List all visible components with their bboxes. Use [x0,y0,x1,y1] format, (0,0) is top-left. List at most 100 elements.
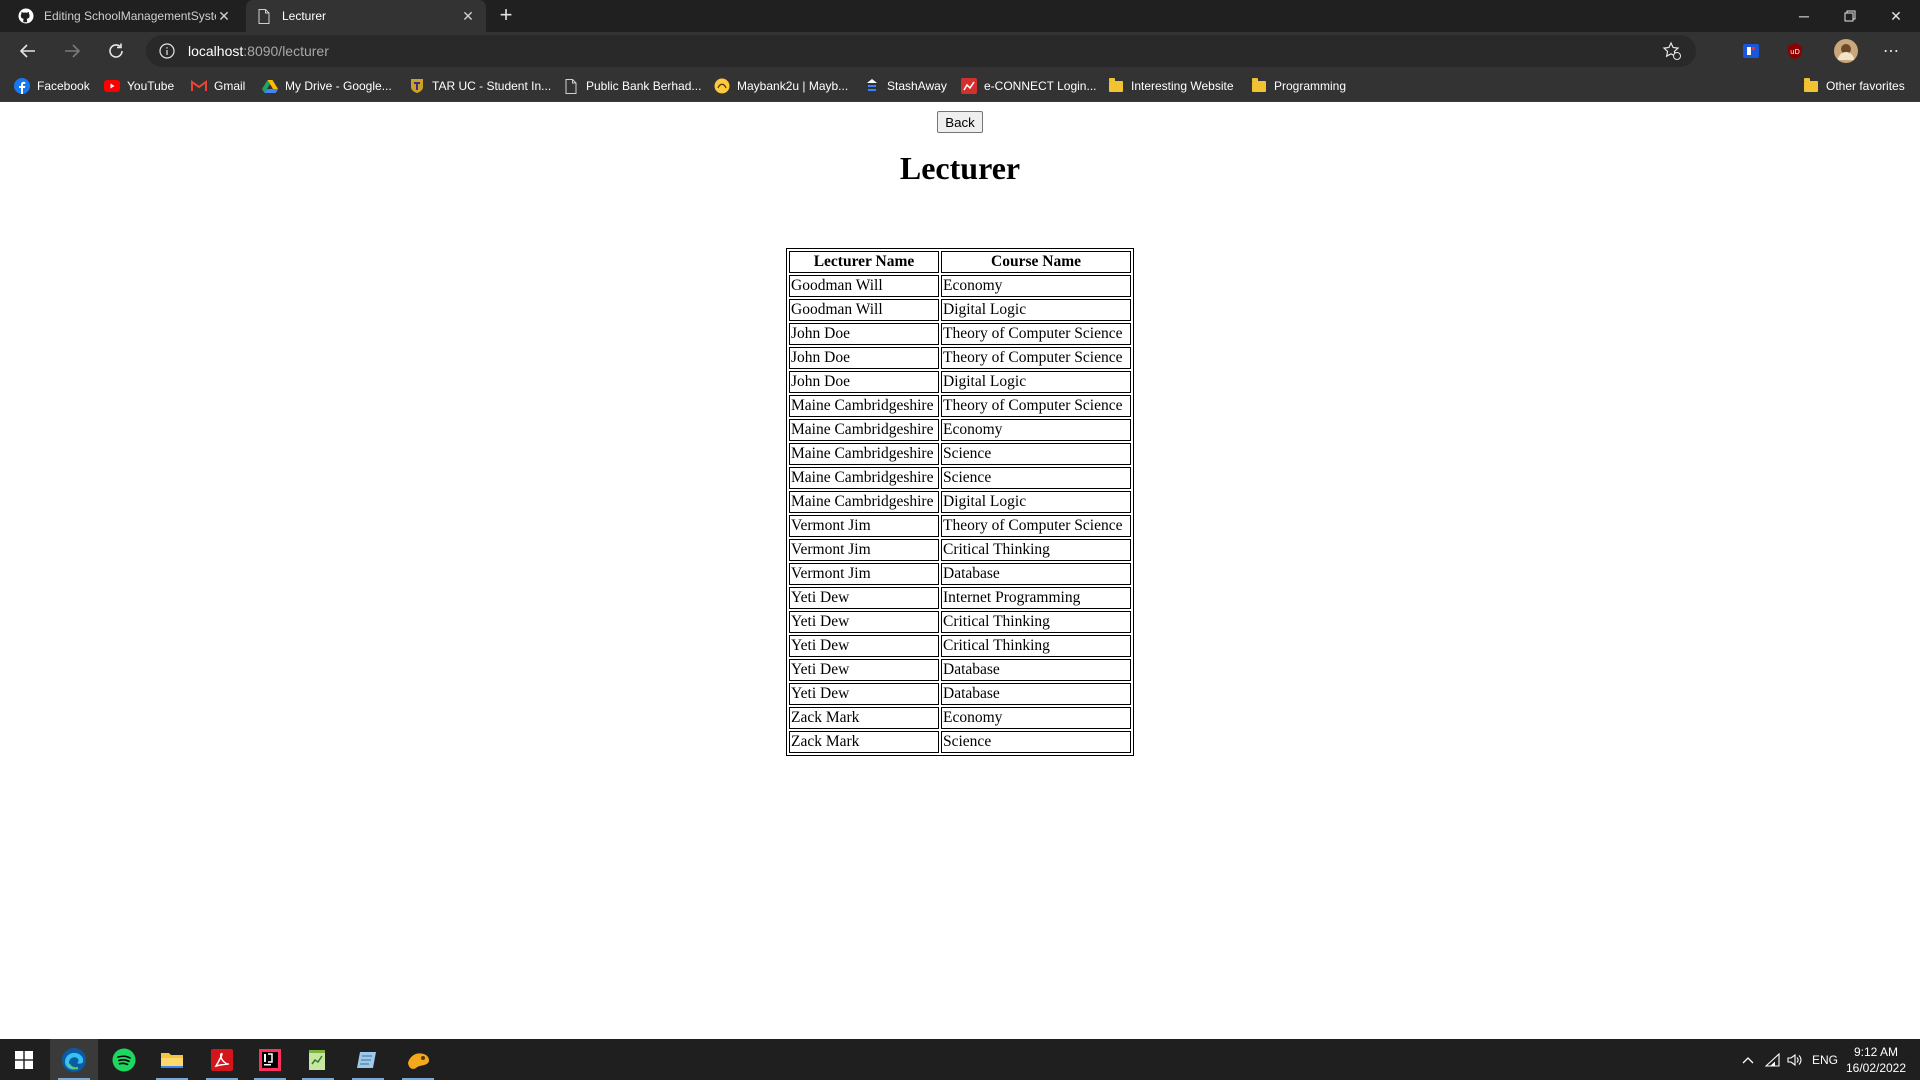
bookmark-drive[interactable]: My Drive - Google... [262,77,392,95]
app-icon[interactable] [394,1039,442,1080]
cell-course-name: Economy [941,419,1131,441]
bookmark-gmail[interactable]: Gmail [191,77,245,95]
more-menu-icon[interactable]: ⋯ [1881,41,1901,61]
wifi-icon[interactable] [1762,1039,1784,1080]
ublock-icon[interactable]: uD [1785,41,1805,61]
cell-lecturer-name: Yeti Dew [789,635,939,657]
file-explorer-icon[interactable] [148,1039,196,1080]
table-row: Goodman Will Economy [789,275,1131,297]
minimize-icon[interactable]: ─ [1782,0,1826,32]
bookmark-folder-other[interactable]: Other favorites [1803,77,1905,95]
extension-icon[interactable] [1741,41,1761,61]
cell-lecturer-name: Maine Cambridgeshire [789,419,939,441]
language-indicator[interactable]: ENG [1810,1039,1840,1080]
cell-lecturer-name: Yeti Dew [789,659,939,681]
url-host: localhost [188,43,244,59]
edge-icon[interactable] [50,1039,98,1080]
cell-lecturer-name: John Doe [789,347,939,369]
page-icon [256,8,272,24]
refresh-icon[interactable] [102,37,130,65]
table-row: Zack Mark Science [789,731,1131,753]
cell-course-name: Database [941,563,1131,585]
favorite-star-icon[interactable] [1662,41,1682,66]
bookmark-publicbank[interactable]: Public Bank Berhad... [563,77,701,95]
cell-course-name: Science [941,443,1131,465]
column-header-course-name: Course Name [941,251,1131,273]
cell-course-name: Internet Programming [941,587,1131,609]
cell-course-name: Economy [941,275,1131,297]
table-row: Goodman Will Digital Logic [789,299,1131,321]
table-body: Goodman Will Economy Goodman Will Digital L… [789,275,1131,753]
tab-lecturer[interactable]: Lecturer ✕ [246,0,486,32]
table-row: Maine Cambridgeshire Economy [789,419,1131,441]
svg-text:uD: uD [1790,48,1800,56]
tab-editing[interactable]: Editing SchoolManagementSyste ✕ [8,0,242,32]
close-window-icon[interactable]: ✕ [1874,0,1918,32]
windows-taskbar: ENG 9:12 AM 16/02/2022 [0,1039,1920,1080]
table-row: Yeti Dew Database [789,659,1131,681]
cell-lecturer-name: Zack Mark [789,731,939,753]
chevron-up-icon[interactable] [1736,1039,1760,1080]
address-bar[interactable]: localhost:8090/lecturer [146,35,1696,67]
table-row: Maine Cambridgeshire Science [789,443,1131,465]
cell-course-name: Theory of Computer Science [941,515,1131,537]
bookmark-taruc[interactable]: TAR UC - Student In... [409,77,551,95]
forward-arrow-icon[interactable] [58,37,86,65]
notepadpp-icon[interactable] [294,1039,342,1080]
browser-toolbar: localhost:8090/lecturer uD ⋯ [0,32,1920,70]
spotify-icon[interactable] [100,1039,148,1080]
clock[interactable]: 9:12 AM 16/02/2022 [1840,1044,1912,1076]
gmail-icon [191,78,207,94]
table-row: John Doe Digital Logic [789,371,1131,393]
cell-course-name: Digital Logic [941,371,1131,393]
page-icon [563,78,579,94]
tab-title: Editing SchoolManagementSyste [44,9,216,23]
volume-icon[interactable] [1784,1039,1806,1080]
clock-date: 16/02/2022 [1845,1061,1907,1075]
browser-titlebar: Editing SchoolManagementSyste ✕ Lecturer… [0,0,1920,32]
close-icon[interactable]: ✕ [460,8,476,24]
folder-icon [1803,77,1819,94]
back-arrow-icon[interactable] [14,37,42,65]
url-path: :8090/lecturer [243,43,329,59]
cell-lecturer-name: Maine Cambridgeshire [789,395,939,417]
tarc-icon [409,78,425,94]
bookmark-label: Public Bank Berhad... [586,79,702,93]
bookmark-econnect[interactable]: e-CONNECT Login... [961,77,1096,95]
info-icon[interactable] [158,42,176,60]
table-row: Yeti Dew Critical Thinking [789,635,1131,657]
cell-lecturer-name: Yeti Dew [789,611,939,633]
bookmark-folder-programming[interactable]: Programming [1251,77,1346,95]
bookmark-facebook[interactable]: Facebook [14,77,90,95]
cell-course-name: Critical Thinking [941,611,1131,633]
bookmark-stashaway[interactable]: StashAway [864,77,947,95]
table-row: Maine Cambridgeshire Digital Logic [789,491,1131,513]
clock-time: 9:12 AM [1853,1045,1899,1059]
profile-avatar[interactable] [1834,39,1858,63]
bookmark-label: YouTube [127,79,175,93]
cell-lecturer-name: Maine Cambridgeshire [789,443,939,465]
bookmark-folder-interesting[interactable]: Interesting Website [1108,77,1234,95]
table-row: Zack Mark Economy [789,707,1131,729]
bookmark-label: e-CONNECT Login... [984,79,1097,93]
econnect-icon [961,78,977,94]
new-tab-icon[interactable]: + [494,4,518,28]
bookmark-youtube[interactable]: YouTube [104,77,174,95]
cell-lecturer-name: Goodman Will [789,275,939,297]
cell-lecturer-name: Maine Cambridgeshire [789,491,939,513]
table-header-row: Lecturer Name Course Name [789,251,1131,273]
bookmark-maybank[interactable]: Maybank2u | Mayb... [714,77,848,95]
acrobat-icon[interactable] [198,1039,246,1080]
stashaway-icon [864,78,880,94]
cell-lecturer-name: Yeti Dew [789,587,939,609]
tab-title: Lecturer [282,9,327,23]
close-icon[interactable]: ✕ [216,8,232,24]
restore-icon[interactable] [1828,0,1872,32]
notepad-icon[interactable] [344,1039,392,1080]
drive-icon [262,78,278,94]
back-button[interactable]: Back [937,111,983,133]
intellij-icon[interactable] [246,1039,294,1080]
cell-lecturer-name: Yeti Dew [789,683,939,705]
lecturer-table: Lecturer Name Course Name Goodman Will Ec… [786,248,1134,756]
windows-start-icon[interactable] [0,1039,48,1080]
